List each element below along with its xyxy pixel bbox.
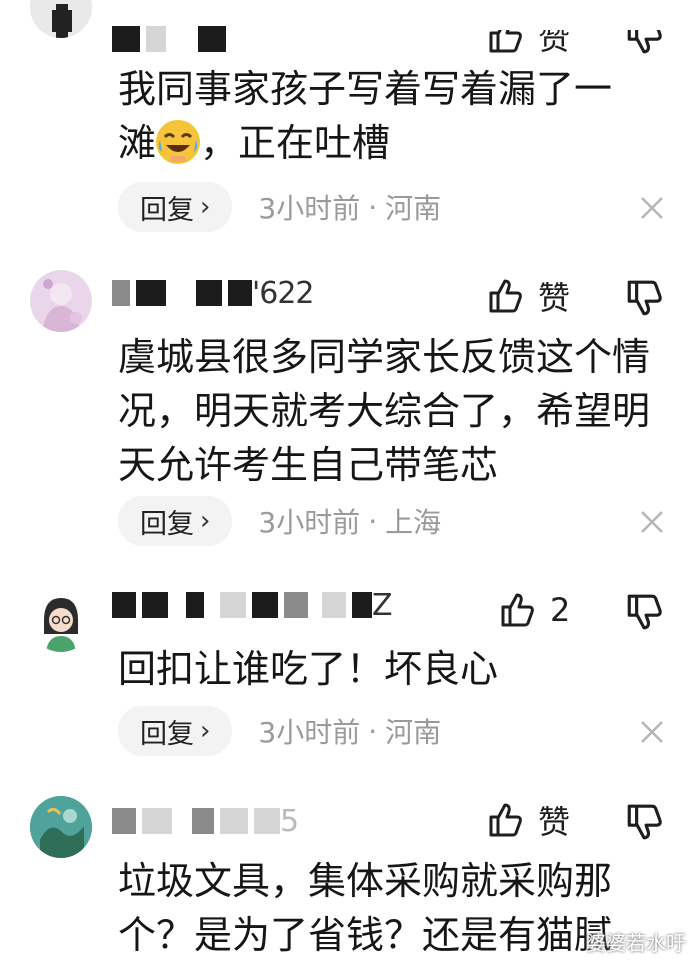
- meta-separator: ·: [368, 714, 378, 748]
- comment-meta: 回复 › 3小时前 · 河南: [118, 706, 441, 756]
- comment-location: 河南: [385, 716, 442, 749]
- comment-meta: 回复 › 3小时前 · 上海: [118, 496, 441, 546]
- comment-location: 上海: [385, 506, 442, 539]
- comment-meta: 回复 › 3小时前 · 河南: [118, 182, 441, 232]
- comment-text: 我同事家孩子写着写着漏了一 滩 ，正在吐槽: [118, 62, 678, 170]
- username-tail: Z: [372, 587, 393, 623]
- close-icon[interactable]: [638, 508, 666, 536]
- like-count: 2: [550, 591, 571, 629]
- close-icon[interactable]: [638, 194, 666, 222]
- watermark: 婆婆若水吁: [586, 931, 686, 955]
- thumbs-down-icon[interactable]: [624, 278, 664, 318]
- comment-text: 回扣让谁吃了！坏良心: [118, 647, 499, 691]
- like-button[interactable]: 赞: [486, 276, 571, 317]
- comment-time: 3小时前: [258, 192, 361, 225]
- thumbs-down-icon[interactable]: [624, 592, 664, 632]
- like-label: 赞: [538, 803, 571, 841]
- thumbs-up-icon: [489, 279, 522, 313]
- like-label: 赞: [538, 279, 571, 317]
- username-redacted[interactable]: [112, 26, 232, 52]
- reply-label: 回复: [140, 718, 194, 750]
- close-icon[interactable]: [638, 718, 666, 746]
- like-button[interactable]: 2: [498, 590, 570, 630]
- like-button[interactable]: 赞: [486, 19, 571, 57]
- comment-text-line: 我同事家孩子写着写着漏了一: [118, 67, 613, 111]
- thumbs-down-icon[interactable]: [624, 802, 664, 842]
- comment-text: 虞城县很多同学家长反馈这个情况，明天就考大综合了，希望明天允许考生自己带笔芯: [118, 335, 651, 487]
- like-button[interactable]: 赞: [486, 800, 571, 841]
- username-tail: 5: [280, 803, 299, 839]
- thumbs-down-icon[interactable]: [624, 16, 664, 56]
- comment-text-part: ，正在吐槽: [200, 121, 391, 165]
- avatar[interactable]: [30, 270, 92, 332]
- comment-time: 3小时前: [258, 506, 361, 539]
- avatar[interactable]: [30, 796, 92, 858]
- comment-text: 垃圾文具，集体采购就采购那个？是为了省钱？还是有猫腻: [118, 859, 613, 957]
- chevron-right-icon: ›: [200, 506, 211, 536]
- username-tail: '622: [252, 275, 315, 311]
- chevron-right-icon: ›: [200, 192, 211, 222]
- laughing-crying-emoji-icon: [156, 120, 201, 164]
- meta-separator: ·: [368, 504, 378, 538]
- like-label: 赞: [538, 19, 571, 57]
- username-redacted[interactable]: '622: [112, 276, 315, 311]
- comment-location: 河南: [385, 192, 442, 225]
- chevron-right-icon: ›: [200, 716, 211, 746]
- thumbs-up-icon: [489, 803, 522, 837]
- meta-separator: ·: [368, 190, 378, 224]
- reply-button[interactable]: 回复 ›: [118, 706, 233, 756]
- username-redacted[interactable]: 5: [112, 804, 299, 839]
- reply-button[interactable]: 回复 ›: [118, 496, 233, 546]
- thumbs-up-icon: [501, 593, 534, 627]
- reply-label: 回复: [140, 194, 194, 226]
- thumbs-up-icon: [489, 30, 522, 53]
- reply-label: 回复: [140, 508, 194, 540]
- comment-text-line: 滩 ，正在吐槽: [118, 116, 678, 170]
- comment-text-part: 滩: [118, 121, 157, 165]
- reply-button[interactable]: 回复 ›: [118, 182, 233, 232]
- avatar[interactable]: [30, 0, 92, 38]
- comment-time: 3小时前: [258, 716, 361, 749]
- username-redacted[interactable]: Z: [112, 588, 393, 623]
- avatar[interactable]: [30, 590, 92, 652]
